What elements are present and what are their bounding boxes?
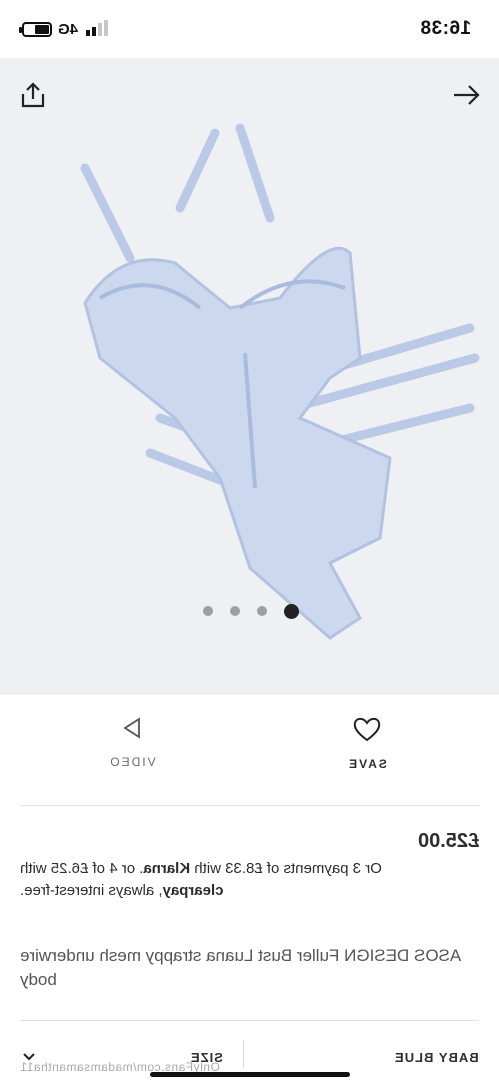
option-divider <box>243 1040 244 1068</box>
payment-info: Or 3 payments of £8.33 with Klarna. or 4… <box>20 858 479 902</box>
gallery-dot[interactable] <box>230 606 240 616</box>
garment-illustration <box>80 123 480 640</box>
product-image[interactable] <box>0 58 499 695</box>
save-label: SAVE <box>347 757 387 771</box>
video-button[interactable]: VIDEO <box>72 715 192 769</box>
payment-line-2: clearpay, always interest-free. <box>20 880 479 902</box>
colour-label: BABY BLUE <box>394 1050 479 1065</box>
home-indicator <box>150 1072 350 1077</box>
gallery-dot-active[interactable] <box>284 603 299 619</box>
payment-line-1: Or 3 payments of £8.33 with Klarna. or 4… <box>20 858 479 880</box>
product-price: £25.00 <box>417 830 479 852</box>
arrow-right-icon[interactable] <box>451 80 481 110</box>
divider <box>20 1020 479 1021</box>
heart-icon <box>353 717 381 742</box>
divider <box>20 805 479 806</box>
payment-text: Or 3 payments of £8.33 with <box>194 860 382 877</box>
gallery-dot[interactable] <box>257 606 267 616</box>
status-time: 16:38 <box>419 18 471 39</box>
video-label: VIDEO <box>108 755 156 769</box>
gallery-dot[interactable] <box>203 606 213 616</box>
share-icon[interactable] <box>18 80 48 110</box>
klarna-link[interactable]: Klarna <box>143 860 190 877</box>
media-actions: VIDEO SAVE <box>0 715 499 795</box>
signal-icon <box>86 20 108 36</box>
network-label: 4G <box>58 21 79 38</box>
payment-text-2: . or 4 of £6.25 with <box>20 860 144 877</box>
clearpay-link[interactable]: clearpay <box>163 882 224 899</box>
play-icon <box>123 717 140 739</box>
status-bar: 16:38 4G <box>0 0 499 58</box>
payment-text-3: , always interest-free. <box>20 882 163 899</box>
battery-icon <box>19 22 52 37</box>
gallery-pagination[interactable] <box>203 602 299 620</box>
product-title: ASOS DESIGN Fuller Bust Luana strappy me… <box>20 946 462 989</box>
save-button[interactable]: SAVE <box>307 715 427 771</box>
